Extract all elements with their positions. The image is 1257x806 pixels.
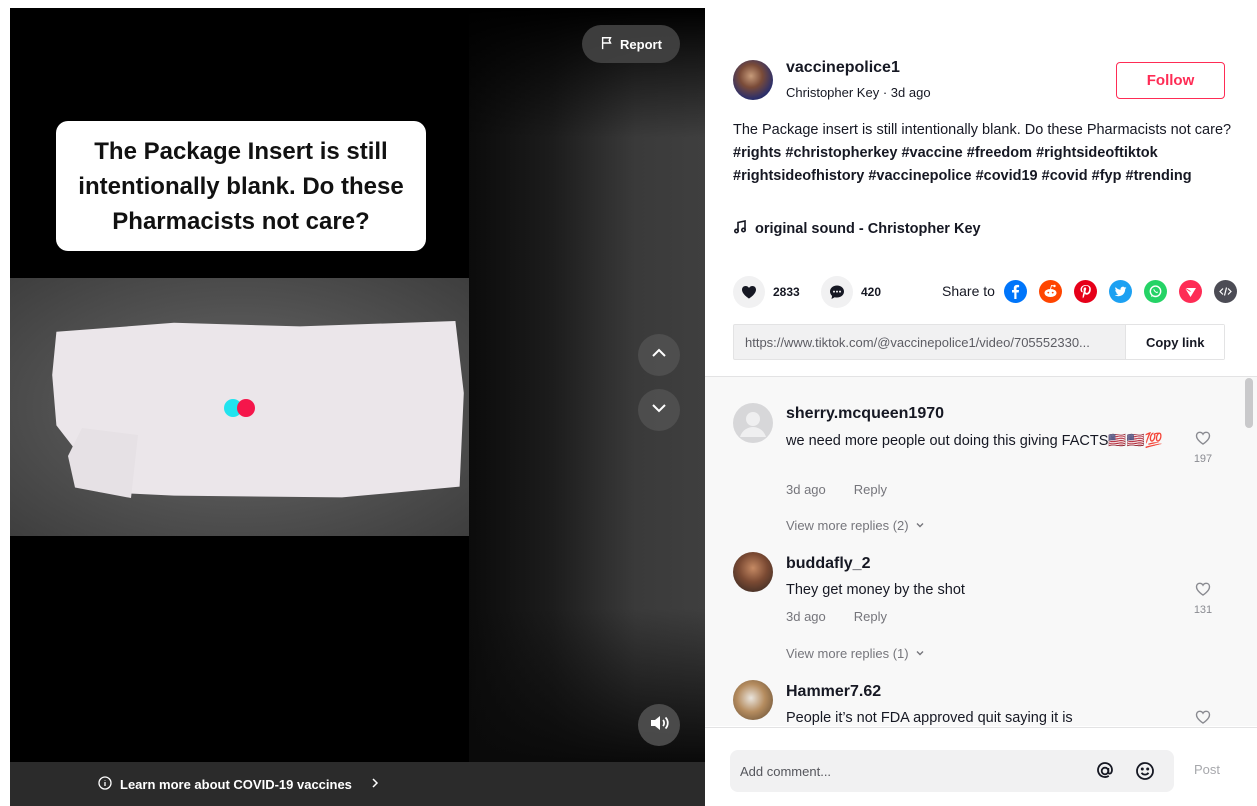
view-more-replies-label: View more replies (2): [786, 518, 909, 533]
heart-outline-icon: [1191, 429, 1215, 447]
hashtag-link[interactable]: #vaccine: [901, 145, 962, 161]
post-comment-button[interactable]: Post: [1194, 762, 1220, 777]
hashtag-link[interactable]: #freedom: [967, 145, 1032, 161]
copy-link-button[interactable]: Copy link: [1125, 325, 1224, 359]
heart-outline-icon: [1191, 580, 1215, 598]
video-frame: The Package Insert is still intentionall…: [10, 8, 469, 762]
embed-icon[interactable]: [1214, 280, 1237, 303]
comment-meta: 3d ago Reply: [786, 482, 887, 497]
comments-list: sherry.mcqueen1970 we need more people o…: [705, 376, 1257, 726]
twitter-icon[interactable]: [1109, 280, 1132, 303]
comment-username[interactable]: Hammer7.62: [786, 683, 881, 701]
music-label: original sound - Christopher Key: [755, 221, 981, 237]
video-caption-overlay: The Package Insert is still intentionall…: [56, 121, 426, 251]
author-display-name: Christopher Key: [786, 85, 880, 100]
author-avatar[interactable]: [733, 60, 773, 100]
hashtag-link[interactable]: #christopherkey: [785, 145, 897, 161]
view-more-replies-button[interactable]: View more replies (2): [786, 518, 925, 533]
comments-scrollbar[interactable]: [1245, 378, 1253, 726]
heart-outline-icon: [1191, 708, 1215, 726]
hashtag-link[interactable]: #covid19: [976, 168, 1038, 184]
covid-banner-label: Learn more about COVID-19 vaccines: [120, 776, 352, 792]
comment-time: 3d ago: [786, 482, 826, 497]
scrollbar-thumb[interactable]: [1245, 378, 1253, 428]
comment-meta: 3d ago Reply: [786, 609, 887, 624]
hashtag-link[interactable]: #rights: [733, 145, 781, 161]
report-button[interactable]: Report: [582, 25, 680, 63]
like-count: 2833: [773, 285, 800, 299]
hashtag-link[interactable]: #rightsideoftiktok: [1036, 145, 1158, 161]
info-icon: [98, 775, 112, 793]
comment-text: we need more people out doing this givin…: [786, 433, 1163, 449]
hashtag-link[interactable]: #rightsideofhistory: [733, 168, 864, 184]
emoji-icon[interactable]: [1134, 760, 1156, 782]
author-username[interactable]: vaccinepolice1: [786, 59, 900, 77]
comment-like-button[interactable]: 197: [1191, 429, 1215, 465]
covid-info-banner[interactable]: Learn more about COVID-19 vaccines: [10, 762, 705, 806]
chevron-right-icon: [368, 776, 382, 793]
heart-icon: [733, 276, 765, 308]
like-stat[interactable]: 2833: [733, 276, 800, 308]
comment-like-button[interactable]: [1191, 708, 1215, 726]
chevron-down-icon: [915, 518, 925, 533]
comment-like-count: 197: [1193, 453, 1213, 465]
post-time: 3d ago: [890, 85, 931, 100]
share-link-url[interactable]: https://www.tiktok.com/@vaccinepolice1/v…: [734, 335, 1125, 350]
hashtag-link[interactable]: #covid: [1042, 168, 1088, 184]
paper-scrap-image: [68, 428, 138, 498]
previous-video-button[interactable]: [638, 334, 680, 376]
comment-like-button[interactable]: 131: [1191, 580, 1215, 616]
comment-stat[interactable]: 420: [821, 276, 881, 308]
comment-input-wrapper: [730, 750, 1174, 792]
video-pane: The Package Insert is still intentionall…: [0, 0, 705, 806]
whatsapp-icon[interactable]: [1144, 280, 1167, 303]
add-comment-bar: Post: [705, 727, 1257, 806]
comment-avatar[interactable]: [733, 403, 773, 443]
tiktok-video-page: The Package Insert is still intentionall…: [0, 0, 1257, 806]
loading-dot-red: [237, 399, 255, 417]
comment-avatar[interactable]: [733, 680, 773, 720]
comment-like-count: 131: [1193, 604, 1213, 616]
volume-icon: [648, 712, 670, 739]
comment-text: They get money by the shot: [786, 582, 965, 598]
video-description: The Package insert is still intentionall…: [733, 119, 1233, 188]
video-info-pane: vaccinepolice1 Christopher Key · 3d ago …: [705, 0, 1257, 376]
comment-avatar[interactable]: [733, 552, 773, 592]
telegram-icon[interactable]: [1179, 280, 1202, 303]
hashtag-link[interactable]: #trending: [1126, 168, 1192, 184]
comment-bubble-icon: [821, 276, 853, 308]
reply-button[interactable]: Reply: [854, 609, 887, 624]
volume-button[interactable]: [638, 704, 680, 746]
comment-text: People it’s not FDA approved quit saying…: [786, 710, 1073, 726]
subline-separator: ·: [879, 85, 891, 100]
comment-time: 3d ago: [786, 609, 826, 624]
author-subline: Christopher Key · 3d ago: [786, 85, 931, 100]
music-link[interactable]: original sound - Christopher Key: [733, 220, 981, 238]
hashtag-link[interactable]: #vaccinepolice: [868, 168, 971, 184]
share-label: Share to: [942, 283, 995, 299]
chevron-down-icon: [915, 646, 925, 661]
chevron-up-icon: [649, 343, 669, 368]
view-more-replies-label: View more replies (1): [786, 646, 909, 661]
chevron-down-icon: [649, 398, 669, 423]
flag-icon: [600, 36, 614, 53]
follow-button[interactable]: Follow: [1116, 62, 1225, 99]
hashtag-link[interactable]: #fyp: [1092, 168, 1122, 184]
comment-username[interactable]: sherry.mcqueen1970: [786, 405, 944, 423]
report-label: Report: [620, 36, 662, 52]
reply-button[interactable]: Reply: [854, 482, 887, 497]
pinterest-icon[interactable]: [1074, 280, 1097, 303]
at-icon[interactable]: [1094, 760, 1116, 782]
comment-username[interactable]: buddafly_2: [786, 555, 870, 573]
next-video-button[interactable]: [638, 389, 680, 431]
music-note-icon: [733, 220, 747, 238]
facebook-icon[interactable]: [1004, 280, 1027, 303]
reddit-icon[interactable]: [1039, 280, 1062, 303]
video-player[interactable]: The Package Insert is still intentionall…: [10, 8, 705, 762]
view-more-replies-button[interactable]: View more replies (1): [786, 646, 925, 661]
comment-count: 420: [861, 285, 882, 299]
comment-input[interactable]: [730, 750, 1094, 792]
share-link-box: https://www.tiktok.com/@vaccinepolice1/v…: [733, 324, 1225, 360]
description-text: The Package insert is still intentionall…: [733, 122, 1232, 138]
